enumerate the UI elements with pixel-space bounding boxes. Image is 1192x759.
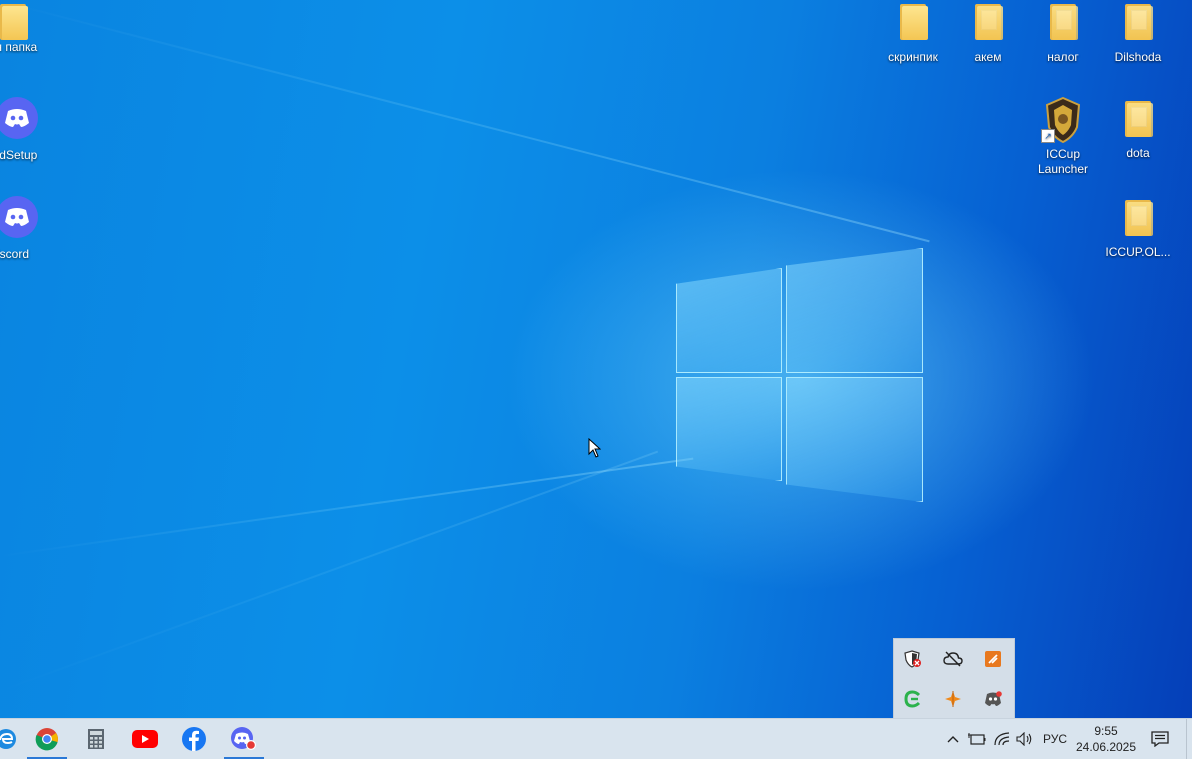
- desktop-icon-iccup-launcher[interactable]: ↗ ICCup Launcher: [1026, 96, 1100, 177]
- desktop-icon-label: ICCup Launcher: [1037, 147, 1089, 176]
- clock[interactable]: 9:55 24.06.2025: [1074, 719, 1138, 759]
- wifi-icon: [994, 732, 1010, 746]
- show-desktop-button[interactable]: [1186, 719, 1192, 759]
- battery-tray[interactable]: [965, 719, 989, 759]
- desktop-icon-label: скринпик: [888, 50, 938, 64]
- show-hidden-icons-button[interactable]: [942, 719, 964, 759]
- discord-icon: [231, 727, 256, 750]
- calculator-icon: [88, 729, 104, 749]
- taskbar-youtube[interactable]: [125, 719, 165, 759]
- desktop-icon-discord[interactable]: iscord: [0, 196, 50, 262]
- desktop-icon-label: ICCUP.OL...: [1105, 245, 1171, 259]
- taskbar: РУС 9:55 24.06.2025: [0, 718, 1192, 759]
- desktop-icon-skrinpik[interactable]: скринпик: [876, 2, 950, 65]
- windows-logo-pane-tr: [786, 248, 923, 373]
- chrome-icon: [35, 728, 58, 751]
- desktop-icon-label: налог: [1047, 50, 1079, 64]
- folder-icon: [1123, 2, 1153, 40]
- desktop-wallpaper[interactable]: ая папка ordSetup iscord скринпик акем н…: [0, 0, 1192, 718]
- action-center-button[interactable]: [1144, 719, 1176, 759]
- taskbar-discord[interactable]: [224, 719, 264, 759]
- shortcut-arrow-icon: ↗: [1041, 129, 1055, 143]
- clock-time: 9:55: [1094, 724, 1118, 738]
- mouse-cursor-icon: [588, 437, 602, 463]
- edge-icon: [0, 729, 16, 749]
- folder-icon: [898, 2, 928, 40]
- folder-icon: [1123, 99, 1153, 137]
- green-app-icon[interactable]: [898, 684, 928, 714]
- facebook-icon: [182, 727, 206, 751]
- taskbar-chrome[interactable]: [27, 719, 67, 759]
- desktop-icon-akem[interactable]: акем: [951, 2, 1025, 65]
- app-orange-icon[interactable]: [978, 644, 1008, 674]
- desktop-icon-discord-setup[interactable]: ordSetup: [0, 97, 50, 163]
- desktop-icon-new-folder[interactable]: ая папка: [0, 2, 50, 55]
- wallpaper-beam: [0, 0, 930, 243]
- folder-icon: [1048, 2, 1078, 40]
- taskbar-calculator[interactable]: [76, 719, 116, 759]
- speaker-icon: [1016, 732, 1032, 746]
- wallpaper-beam: [0, 457, 694, 557]
- chevron-up-icon: [947, 736, 959, 743]
- tray-overflow-panel: [893, 638, 1015, 720]
- wallpaper-beam: [0, 450, 659, 692]
- orange-star-icon[interactable]: [938, 684, 968, 714]
- taskbar-edge[interactable]: [0, 719, 26, 759]
- desktop-icon-label: iscord: [0, 247, 29, 261]
- windows-logo-pane-bl: [676, 377, 782, 481]
- desktop-icon-label: ая папка: [0, 40, 38, 54]
- windows-logo-pane-br: [786, 377, 923, 502]
- volume-tray[interactable]: [1013, 719, 1037, 759]
- desktop-icon-iccup-ol[interactable]: ICCUP.OL...: [1101, 198, 1175, 260]
- desktop-icon-nalog[interactable]: налог: [1026, 2, 1100, 65]
- security-shield-icon[interactable]: [898, 644, 928, 674]
- desktop-icon-label: dota: [1126, 146, 1150, 160]
- network-tray[interactable]: [990, 719, 1014, 759]
- discord-icon: [0, 196, 38, 238]
- desktop-icon-dilshoda[interactable]: Dilshoda: [1101, 2, 1175, 65]
- discord-icon: [0, 97, 38, 139]
- taskbar-facebook[interactable]: [174, 719, 214, 759]
- discord-tray-icon[interactable]: [978, 684, 1008, 714]
- clock-date: 24.06.2025: [1075, 740, 1137, 754]
- folder-icon: [973, 2, 1003, 40]
- windows-logo-pane-tl: [676, 268, 782, 373]
- desktop-icon-label: ordSetup: [0, 148, 38, 162]
- desktop-icon-dota[interactable]: dota: [1101, 99, 1175, 161]
- folder-icon: [1123, 198, 1153, 236]
- desktop-icon-label: Dilshoda: [1114, 50, 1162, 64]
- cloud-offline-icon[interactable]: [938, 644, 968, 674]
- notification-icon: [1151, 731, 1169, 747]
- iccup-launcher-icon: ↗: [1041, 96, 1083, 144]
- folder-icon: [0, 2, 28, 40]
- youtube-icon: [132, 730, 158, 748]
- input-language[interactable]: РУС: [1039, 719, 1071, 759]
- desktop-icon-label: акем: [974, 50, 1002, 64]
- battery-icon: [968, 733, 986, 745]
